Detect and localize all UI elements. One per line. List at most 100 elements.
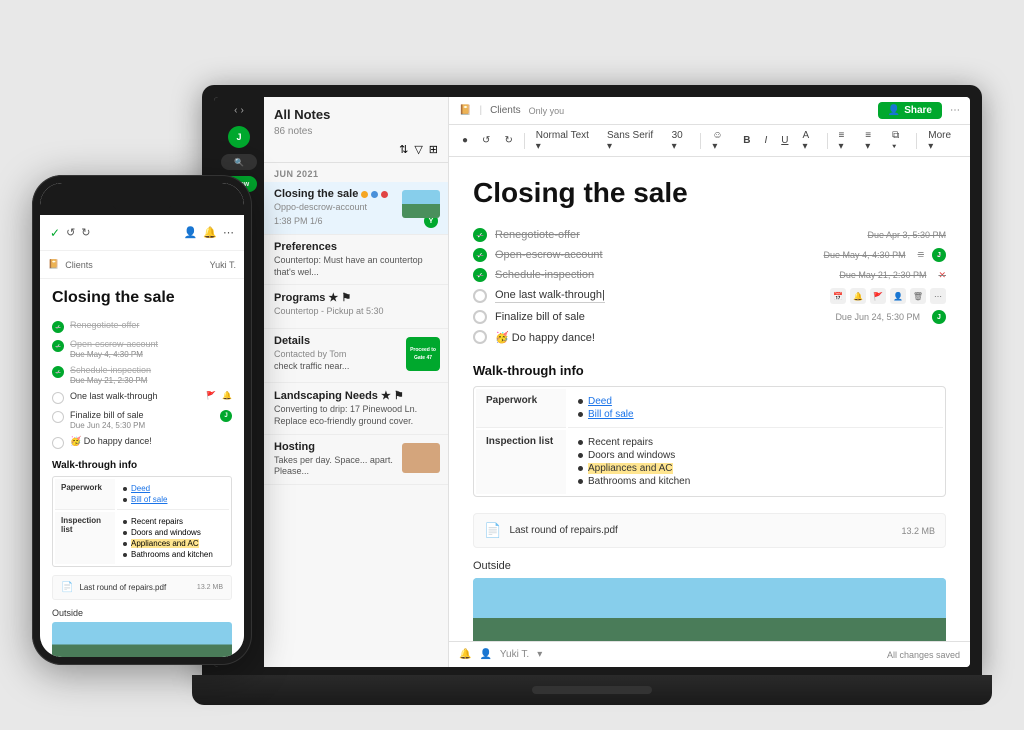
toolbar-emoji[interactable]: ☺ ▾ [707,128,734,154]
task-item-input[interactable]: One last walk-through| 📅 🔔 🚩 👤 🗑 ⋯ [473,285,946,307]
phone-redo-icon[interactable]: ↻ [81,226,90,239]
toolbar-underline[interactable]: U [776,133,793,148]
phone-task[interactable]: One last walk-through 🚩 🔔 [52,388,232,407]
item-text: Bathrooms and kitchen [588,476,690,487]
task-checkbox-empty[interactable] [473,310,487,324]
task-checkbox[interactable]: ✓ [473,268,487,282]
note-item[interactable]: Preferences Countertop: Must have an cou… [264,235,448,285]
filter-icon[interactable]: ⇅ [399,143,408,156]
editor-bottombar: 🔔 👤 Yuki T. ▾ All changes saved [449,641,970,667]
flag-icon[interactable]: 🚩 [870,288,886,304]
task-due: Due May 4, 4:30 PM [824,250,906,260]
task-input-text[interactable]: One last walk-through| [495,289,605,303]
filter-icon2[interactable]: ▽ [414,143,422,156]
share-button[interactable]: 👤 Share [878,102,942,119]
note-item[interactable]: Hosting Takes per day. Space... apart. P… [264,435,448,485]
task-checkbox[interactable]: ✓ [473,228,487,242]
user-bottombar-icon[interactable]: 👤 [479,649,491,660]
phone-checkbox[interactable]: ✓ [52,340,64,352]
note-item[interactable]: Details Contacted by Tom check traffic n… [264,329,448,383]
phone-screen: ✓ ↺ ↻ 👤 🔔 ⋯ 📔 Clients Yuki T. Closing th… [40,183,244,657]
toolbar-dot[interactable]: ● [457,133,473,148]
phone-task[interactable]: ✓ Open-escrow-account Due May 4, 4:30 PM [52,336,232,362]
nav-forward[interactable]: › [241,105,244,116]
phone-task-content: Renegotiote-offer [70,320,139,330]
note-item[interactable]: Programs ★ ⚑ Countertop - Pickup at 5:30 [264,285,448,329]
toolbar-indent[interactable]: ≡ ▾ [860,128,883,154]
nav-back[interactable]: ‹ [234,105,237,116]
note-title: Programs ★ ⚑ [274,291,438,304]
phone-checkbox[interactable]: ✓ [52,366,64,378]
bill-of-sale-link[interactable]: Bill of sale [588,409,634,420]
task-item[interactable]: ✓ Schedule-inspection Due May 21, 2:30 P… [473,265,946,285]
laptop-screen: ‹ › J 🔍 + New Note All Notes 86 notes ⇅ [202,85,982,675]
phone-section-title: Walk-through info [52,460,232,471]
task-item[interactable]: ✓ Open-escrow-account Due May 4, 4:30 PM… [473,245,946,265]
phone-checkbox-empty[interactable] [52,392,64,404]
toolbar-text-style[interactable]: Normal Text ▾ [531,128,598,154]
phone-checkbox[interactable]: ✓ [52,321,64,333]
task-more-icon[interactable]: ⋯ [930,288,946,304]
user-task-icon[interactable]: 👤 [890,288,906,304]
toolbar-list[interactable]: ≡ ▾ [833,128,856,154]
deed-link[interactable]: Deed [588,396,612,407]
task-item[interactable]: 🥳 Do happy dance! [473,327,946,347]
toolbar-undo[interactable]: ↺ [477,133,495,148]
trash-icon[interactable]: 🗑 [910,288,926,304]
toolbar-font[interactable]: Sans Serif ▾ [602,128,663,154]
toolbar-redo[interactable]: ↻ [499,133,517,148]
phone-deed-link[interactable]: Deed [131,484,150,493]
walk-through-table: Paperwork Deed [473,386,946,497]
task-text: Schedule-inspection [495,269,594,281]
task-checkbox-empty[interactable] [473,330,487,344]
task-checkbox-empty[interactable] [473,289,487,303]
phone-more-icon[interactable]: ⋯ [223,226,234,239]
note-title: Landscaping Needs ★ ⚑ [274,389,438,402]
tag-blue [371,191,378,198]
task-item[interactable]: Finalize bill of sale Due Jun 24, 5:30 P… [473,307,946,327]
phone-doc-title: Closing the sale [52,289,232,307]
phone-list-item: Appliances and AC [123,538,223,549]
attachment-row[interactable]: 📄 Last round of repairs.pdf 13.2 MB [473,513,946,548]
sidebar-title: All Notes [274,107,438,122]
toolbar-italic[interactable]: I [759,133,772,148]
toolbar-color[interactable]: A ▾ [797,128,820,154]
phone-undo-icon[interactable]: ↺ [66,226,75,239]
calendar-icon[interactable]: 📅 [830,288,846,304]
note-item[interactable]: Landscaping Needs ★ ⚑ Converting to drip… [264,383,448,434]
phone-check-icon[interactable]: ✓ [50,226,60,240]
search-bar-dark[interactable]: 🔍 [221,154,257,170]
phone-attachment[interactable]: 📄 Last round of repairs.pdf 13.2 MB [52,575,232,600]
highlighted-item: Appliances and AC [588,463,673,474]
phone-header: ✓ ↺ ↻ 👤 🔔 ⋯ [40,215,244,251]
task-checkbox[interactable]: ✓ [473,248,487,262]
phone-checkbox-empty[interactable] [52,411,64,423]
bell-task-icon[interactable]: 🔔 [850,288,866,304]
editor-panel: 📔 | Clients Only you 👤 Share ⋯ [449,97,970,667]
toolbar-link[interactable]: ⧉ ▾ [887,128,910,154]
grid-icon[interactable]: ⊞ [429,143,438,156]
phone-list-item: Bill of sale [123,494,223,505]
note-item[interactable]: Closing the sale Oppo-descrow-account 1:… [264,182,448,235]
toolbar-bold[interactable]: B [738,133,755,148]
phone-task[interactable]: Finalize bill of sale Due Jun 24, 5:30 P… [52,407,232,433]
phone-checkbox-empty[interactable] [52,437,64,449]
more-options-icon[interactable]: ⋯ [950,105,960,116]
phone-bill-link[interactable]: Bill of sale [131,495,167,504]
phone-bell-icon[interactable]: 🔔 [203,226,217,239]
phone-notch-bar [40,183,244,215]
task-item[interactable]: ✓ Renegotiote-offer Due Apr 3, 5:30 PM [473,225,946,245]
phone-notch [112,195,172,211]
phone-task-text: Renegotiote-offer [70,320,139,330]
user-avatar-dark[interactable]: J [228,126,250,148]
notebook-breadcrumb[interactable]: Clients [490,105,521,116]
phone-person-icon[interactable]: 👤 [184,226,198,239]
phone-task[interactable]: ✓ Schedule-inspection Due May 21, 2:30 P… [52,362,232,388]
bell-bottombar-icon[interactable]: 🔔 [459,649,471,660]
phone-task[interactable]: 🥳 Do happy dance! [52,433,232,452]
toolbar-size[interactable]: 30 ▾ [667,128,695,154]
table-content-paperwork: Deed Bill of sale [568,389,943,428]
phone-task[interactable]: ✓ Renegotiote-offer [52,317,232,336]
document-title: Closing the sale [473,177,946,209]
toolbar-more[interactable]: More ▾ [923,128,962,154]
